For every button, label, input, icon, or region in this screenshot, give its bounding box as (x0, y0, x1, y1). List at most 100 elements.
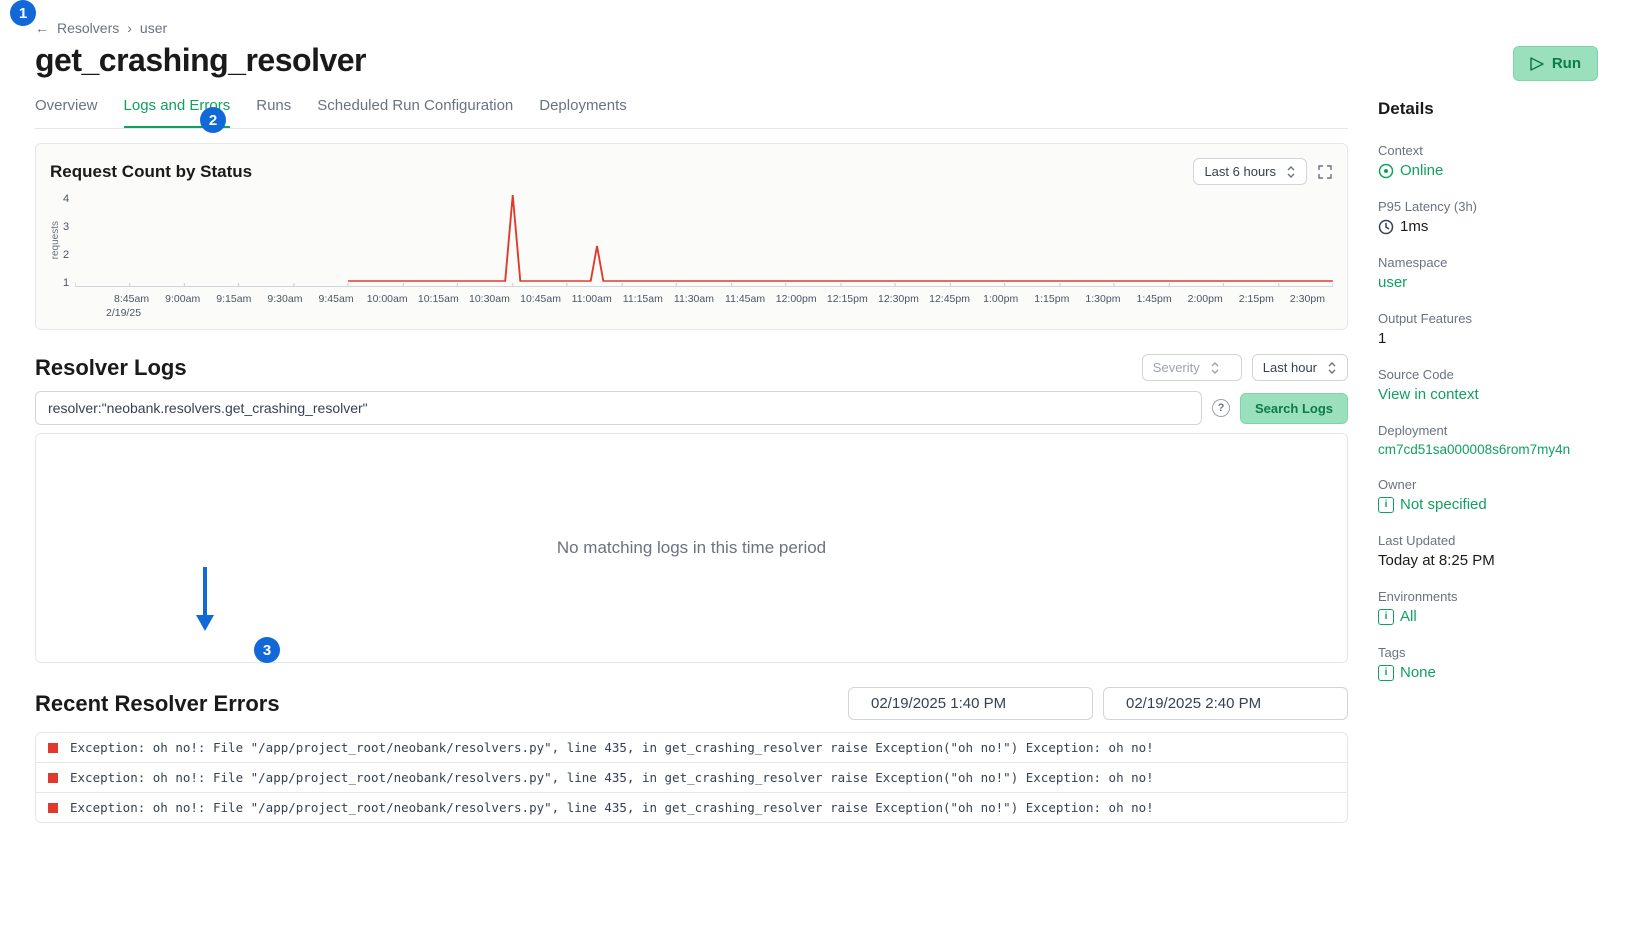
chevron-right-icon: › (127, 20, 132, 36)
x-tick: 11:00am (566, 293, 617, 305)
x-tick: 12:30pm (873, 293, 924, 305)
environments-label: Environments (1378, 589, 1598, 604)
details-sidebar: Details Context Online P95 Latency (3h) … (1378, 97, 1598, 823)
chart-line (75, 191, 1333, 287)
last-updated-value: Today at 8:25 PM (1378, 552, 1598, 569)
errors-from-input[interactable] (848, 687, 1093, 720)
severity-select[interactable]: Severity (1142, 354, 1242, 381)
source-code-label: Source Code (1378, 367, 1598, 382)
tags-value[interactable]: i None (1378, 664, 1598, 681)
x-tick: 2:15pm (1231, 293, 1282, 305)
chart-title: Request Count by Status (50, 162, 252, 182)
run-button[interactable]: Run (1513, 46, 1598, 81)
x-tick: 1:30pm (1077, 293, 1128, 305)
time-range-value: Last 6 hours (1204, 164, 1276, 179)
deployment-link[interactable]: cm7cd51sa000008s6rom7my4n (1378, 442, 1598, 457)
select-chevron-icon (1286, 166, 1296, 178)
back-icon[interactable]: ← (35, 20, 49, 36)
tab-runs[interactable]: Runs (256, 97, 291, 128)
errors-table: Exception: oh no!: File "/app/project_ro… (35, 732, 1348, 823)
select-chevron-icon (1210, 362, 1220, 374)
output-features-value: 1 (1378, 330, 1598, 347)
source-code-link[interactable]: View in context (1378, 386, 1598, 403)
y-tick: 2 (63, 249, 69, 261)
search-logs-button[interactable]: Search Logs (1240, 393, 1348, 424)
y-axis-label: requests (50, 221, 61, 259)
x-tick: 1:45pm (1129, 293, 1180, 305)
y-tick: 4 (63, 193, 69, 205)
help-icon[interactable]: ? (1212, 399, 1230, 417)
info-icon: i (1378, 665, 1394, 681)
details-title: Details (1378, 99, 1598, 119)
x-tick: 9:45am (311, 293, 362, 305)
context-label: Context (1378, 143, 1598, 158)
tab-overview[interactable]: Overview (35, 97, 98, 128)
x-tick: 9:00am (157, 293, 208, 305)
chart-plot[interactable] (75, 191, 1333, 287)
p95-label: P95 Latency (3h) (1378, 199, 1598, 214)
breadcrumb-root[interactable]: Resolvers (57, 20, 119, 36)
y-tick: 1 (63, 277, 69, 289)
x-tick: 11:15am (617, 293, 668, 305)
x-tick: 11:45am (720, 293, 771, 305)
logs-range-value: Last hour (1263, 360, 1317, 375)
x-tick: 12:45pm (924, 293, 975, 305)
x-tick: 11:30am (668, 293, 719, 305)
logs-range-select[interactable]: Last hour (1252, 354, 1348, 381)
x-tick: 8:45am (106, 293, 157, 305)
p95-value: 1ms (1378, 218, 1598, 235)
tags-label: Tags (1378, 645, 1598, 660)
breadcrumb: ← Resolvers › user (35, 20, 1598, 36)
page-title: get_crashing_resolver (35, 42, 1598, 79)
logs-title: Resolver Logs (35, 355, 187, 381)
x-tick: 12:00pm (771, 293, 822, 305)
x-tick: 1:15pm (1026, 293, 1077, 305)
y-axis: 4 3 2 1 (63, 193, 75, 289)
namespace-value[interactable]: user (1378, 274, 1598, 291)
environments-value[interactable]: i All (1378, 608, 1598, 625)
chart-card: Request Count by Status Last 6 hours req… (35, 143, 1348, 330)
tab-deployments[interactable]: Deployments (539, 97, 627, 128)
tabs: Overview Logs and Errors Runs Scheduled … (35, 97, 1348, 129)
log-query-input[interactable] (35, 391, 1202, 425)
breadcrumb-leaf[interactable]: user (140, 20, 167, 36)
x-tick: 12:15pm (822, 293, 873, 305)
output-features-label: Output Features (1378, 311, 1598, 326)
x-tick: 10:30am (464, 293, 515, 305)
logs-empty-state: No matching logs in this time period (35, 433, 1348, 663)
info-icon: i (1378, 497, 1394, 513)
play-icon (1530, 57, 1544, 71)
annotation-arrow-icon (190, 565, 220, 635)
annotation-badge-1: 1 (10, 0, 36, 26)
errors-to-input[interactable] (1103, 687, 1348, 720)
annotation-badge-2: 2 (200, 107, 226, 133)
context-value: Online (1378, 162, 1598, 179)
tab-scheduled-run-config[interactable]: Scheduled Run Configuration (317, 97, 513, 128)
error-row[interactable]: Exception: oh no!: File "/app/project_ro… (36, 733, 1347, 763)
owner-label: Owner (1378, 477, 1598, 492)
run-button-label: Run (1552, 55, 1581, 72)
error-message: Exception: oh no!: File "/app/project_ro… (70, 800, 1154, 815)
namespace-label: Namespace (1378, 255, 1598, 270)
expand-icon[interactable] (1317, 164, 1333, 180)
annotation-badge-3: 3 (254, 637, 280, 663)
x-tick: 9:30am (259, 293, 310, 305)
error-row[interactable]: Exception: oh no!: File "/app/project_ro… (36, 763, 1347, 793)
x-tick: 2:30pm (1282, 293, 1333, 305)
severity-placeholder: Severity (1153, 360, 1200, 375)
error-severity-icon (48, 773, 58, 783)
error-severity-icon (48, 803, 58, 813)
error-severity-icon (48, 743, 58, 753)
time-range-select[interactable]: Last 6 hours (1193, 158, 1307, 185)
x-tick: 10:15am (413, 293, 464, 305)
error-row[interactable]: Exception: oh no!: File "/app/project_ro… (36, 793, 1347, 822)
owner-value[interactable]: i Not specified (1378, 496, 1598, 513)
deployment-label: Deployment (1378, 423, 1598, 438)
x-axis: 8:45am 9:00am 9:15am 9:30am 9:45am 10:00… (50, 293, 1333, 305)
errors-title: Recent Resolver Errors (35, 691, 280, 717)
y-tick: 3 (63, 221, 69, 233)
x-tick: 1:00pm (975, 293, 1026, 305)
last-updated-label: Last Updated (1378, 533, 1598, 548)
clock-icon (1378, 219, 1394, 235)
error-message: Exception: oh no!: File "/app/project_ro… (70, 770, 1154, 785)
